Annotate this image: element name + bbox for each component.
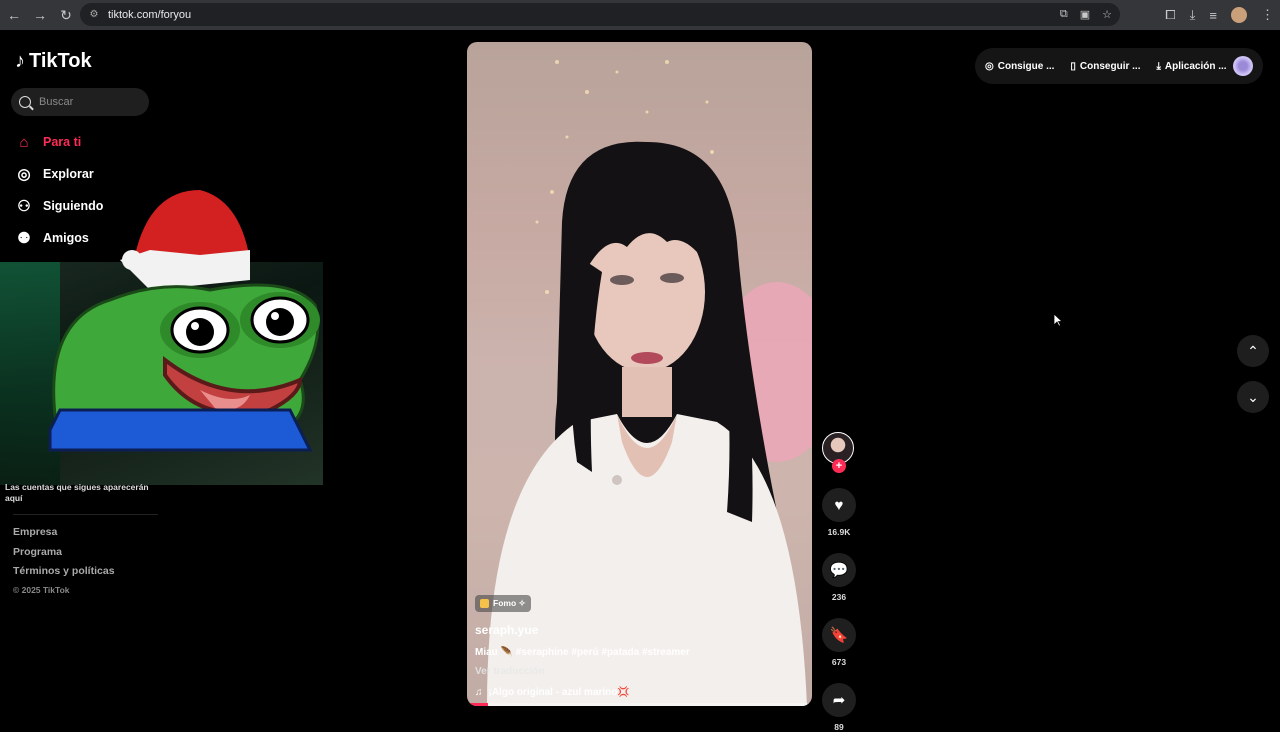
comment-icon[interactable]: 💬 (822, 553, 856, 587)
tiktok-logo[interactable]: ♪ TikTok (15, 50, 92, 73)
sidebar-item-label: Explorar (43, 167, 94, 181)
previous-video-button[interactable]: ⌃ (1237, 335, 1269, 367)
search-input[interactable]: Buscar (11, 88, 149, 116)
logo-text: TikTok (29, 50, 92, 72)
video-progress-fill (467, 703, 488, 706)
video-description: Miau 🪶 #seraphine #perú #patada #streame… (475, 647, 690, 658)
topbar-item-label: Consigue ... (997, 60, 1055, 72)
url-text: tiktok.com/foryou (108, 8, 192, 21)
reload-icon[interactable]: ↻ (54, 3, 78, 27)
video-caption-overlay: Fomo ✧ seraph.yue Miau 🪶 #seraphine #per… (475, 595, 795, 698)
mouse-cursor-icon (1053, 313, 1063, 327)
music-note-icon: ♫ (475, 687, 483, 698)
video-player[interactable]: Fomo ✧ seraph.yue Miau 🪶 #seraphine #per… (467, 42, 812, 706)
video-progress-bar[interactable] (467, 703, 812, 706)
like-count: 16.9K (827, 527, 851, 537)
creator-avatar[interactable]: + (822, 432, 856, 473)
search-icon (19, 96, 31, 108)
home-icon: ⌂ (19, 133, 29, 151)
share-icon[interactable]: ➦ (822, 683, 856, 717)
footer-link-empresa[interactable]: Empresa (13, 526, 115, 546)
top-right-bar: ◎ Consigue ... ▯ Conseguir ... ⤓ Aplicac… (975, 48, 1263, 84)
video-username[interactable]: seraph.yue (475, 623, 795, 637)
media-icon[interactable]: ≡ (1209, 8, 1217, 23)
sidebar-item-para-ti[interactable]: ⌂ Para ti (15, 126, 103, 158)
video-actions: + ♥ 16.9K 💬 236 🔖 673 ➦ 89 (822, 432, 856, 732)
address-bar[interactable]: ⚙ tiktok.com/foryou ⧉ ▣ ☆ (80, 3, 1120, 26)
browser-toolbar: ← → ↻ ⚙ tiktok.com/foryou ⧉ ▣ ☆ ⧠ ⤓ ≡ ⋮ (0, 0, 1280, 30)
follow-plus-icon[interactable]: + (832, 459, 846, 473)
share-action[interactable]: ➦ 89 (822, 683, 856, 732)
footer-link-programa[interactable]: Programa (13, 546, 115, 566)
search-placeholder: Buscar (39, 96, 74, 108)
topbar-item-label: Aplicación ... (1164, 60, 1227, 72)
translate-icon[interactable]: ⧉ (1060, 8, 1068, 21)
effect-tag-label: Fomo ✧ (493, 598, 526, 608)
download-icon[interactable]: ⤓ (1190, 7, 1196, 23)
footer-link-terminos[interactable]: Términos y políticas (13, 565, 115, 585)
follow-note: Las cuentas que sigues aparecerán aquí (5, 482, 149, 503)
chevron-down-icon: ⌄ (1247, 388, 1259, 405)
get-coins-button[interactable]: ◎ Consigue ... (985, 61, 1054, 72)
sidebar-divider (13, 514, 158, 515)
effect-icon (480, 599, 489, 608)
tiktok-note-icon: ♪ (15, 50, 25, 72)
back-icon[interactable]: ← (2, 3, 26, 27)
like-action[interactable]: ♥ 16.9K (822, 488, 856, 537)
profile-icon[interactable] (1231, 7, 1247, 23)
get-app-button[interactable]: ▯ Conseguir ... (1070, 61, 1140, 72)
copyright: © 2025 TikTok (13, 584, 70, 595)
save-count: 673 (831, 657, 847, 667)
translate-link[interactable]: Ver traducción (475, 666, 795, 677)
effect-tag[interactable]: Fomo ✧ (475, 595, 531, 612)
desktop-app-button[interactable]: ⤓ Aplicación ... (1156, 61, 1226, 72)
sidebar-item-label: Para ti (43, 135, 82, 149)
comment-count: 236 (831, 592, 847, 602)
save-action[interactable]: 🔖 673 (822, 618, 856, 667)
bookmark-icon[interactable]: 🔖 (822, 618, 856, 652)
download-icon: ⤓ (1156, 60, 1161, 72)
bookmark-star-icon[interactable]: ☆ (1102, 8, 1112, 21)
site-settings-icon[interactable]: ⚙ (88, 9, 100, 21)
chevron-up-icon: ⌃ (1247, 342, 1259, 359)
music-title: ¡Algo original - azul marino💢 (488, 687, 630, 698)
forward-icon[interactable]: → (28, 3, 52, 27)
cast-icon[interactable]: ▣ (1080, 8, 1090, 21)
phone-icon: ▯ (1070, 60, 1076, 72)
sidebar-footer: Empresa Programa Términos y políticas © … (13, 526, 115, 599)
coin-icon: ◎ (985, 60, 994, 72)
comment-action[interactable]: 💬 236 (822, 553, 856, 602)
next-video-button[interactable]: ⌄ (1237, 381, 1269, 413)
extension-icon[interactable]: ⧠ (1165, 7, 1175, 23)
heart-icon[interactable]: ♥ (822, 488, 856, 522)
menu-icon[interactable]: ⋮ (1261, 7, 1274, 23)
topbar-item-label: Conseguir ... (1079, 60, 1141, 72)
share-count: 89 (834, 722, 844, 732)
pepe-santa-hat-emote (48, 190, 320, 452)
music-info[interactable]: ♫ ¡Algo original - azul marino💢 (475, 687, 795, 698)
user-avatar[interactable] (1233, 56, 1253, 76)
